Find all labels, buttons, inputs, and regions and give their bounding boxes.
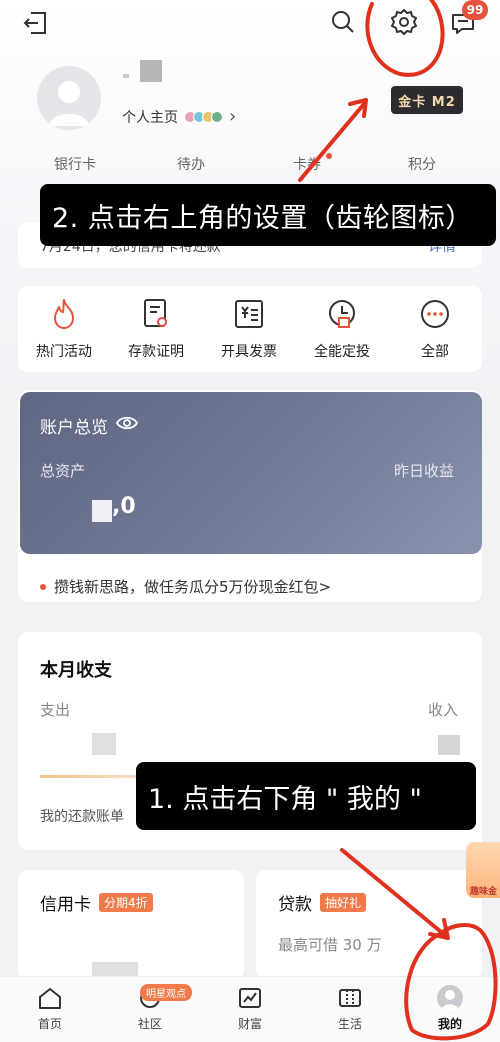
wealth-icon	[237, 986, 263, 1010]
loan-header: 贷款 抽好礼	[278, 890, 367, 915]
search-icon[interactable]	[328, 7, 358, 37]
reward-float-label: 趣味金	[470, 887, 498, 897]
profile-home-label: 个人主页	[122, 109, 178, 126]
medal-icons	[184, 110, 223, 123]
promo-dot	[40, 583, 46, 590]
income-label: 收入	[428, 701, 459, 719]
service-investment[interactable]: 全能定投	[300, 296, 384, 361]
expense-label: 支出	[40, 701, 71, 719]
logout-icon[interactable]	[20, 8, 50, 38]
total-assets-redacted	[92, 500, 112, 522]
chevron-right-icon: ›	[229, 106, 237, 127]
tab-bank-card[interactable]: 银行卡	[54, 154, 96, 174]
total-assets-label: 总资产	[40, 462, 86, 480]
total-assets-value: ,0	[112, 494, 136, 519]
account-overview-title: 账户总览	[40, 418, 108, 438]
nav-label: 生活	[337, 1017, 362, 1031]
annotation-step-1: 1. 点击右下角 " 我的 "	[136, 762, 476, 830]
nav-life[interactable]: 生活	[320, 986, 380, 1032]
expense-value-redacted	[92, 733, 116, 755]
life-icon	[337, 986, 363, 1010]
monthly-title: 本月收支	[40, 660, 112, 681]
investment-icon	[324, 296, 360, 332]
message-badge: 99	[462, 0, 488, 20]
avatar[interactable]	[37, 66, 101, 130]
credit-card-tag: 分期4折	[99, 893, 153, 912]
nav-me[interactable]: 我的	[420, 985, 480, 1032]
service-hot-activities[interactable]: 热门活动	[22, 296, 106, 361]
fire-icon	[46, 296, 82, 332]
yesterday-income-label: 昨日收益	[394, 462, 455, 480]
service-invoice[interactable]: 开具发票	[207, 296, 291, 361]
service-all[interactable]: 全部	[393, 296, 477, 361]
account-overview-header: 账户总览	[40, 413, 139, 438]
repay-bill-link[interactable]: 我的还款账单	[40, 806, 124, 826]
certificate-icon	[138, 296, 174, 332]
me-avatar-icon	[437, 985, 463, 1011]
service-label: 开具发票	[221, 344, 277, 360]
loan-title: 贷款	[278, 895, 312, 915]
coupon-dot	[326, 153, 332, 159]
nav-wealth[interactable]: 财富	[220, 986, 280, 1032]
credit-card-title: 信用卡	[40, 895, 91, 915]
invoice-icon	[231, 296, 267, 332]
nav-label: 社区	[137, 1017, 162, 1031]
profile-home-link[interactable]: 个人主页 ›	[122, 106, 236, 127]
loan-tag: 抽好礼	[320, 893, 367, 912]
username-redacted-fragment	[123, 74, 129, 78]
eye-icon[interactable]	[115, 415, 139, 436]
service-deposit-certificate[interactable]: 存款证明	[114, 296, 198, 361]
loan-tile[interactable]	[256, 870, 482, 980]
tab-coupons[interactable]: 卡券	[293, 154, 321, 174]
nav-label: 我的	[437, 1017, 462, 1031]
community-badge: 明星观点	[140, 984, 192, 1001]
annotation-step-2: 2. 点击右上角的设置（齿轮图标）	[40, 184, 496, 246]
tab-todo[interactable]: 待办	[177, 154, 205, 174]
service-label: 热门活动	[36, 344, 92, 360]
home-icon	[37, 986, 63, 1010]
service-label: 全能定投	[314, 344, 370, 360]
gear-icon[interactable]	[388, 6, 420, 38]
nav-home[interactable]: 首页	[20, 986, 80, 1032]
tab-points[interactable]: 积分	[408, 154, 436, 174]
credit-card-header: 信用卡 分期4折	[40, 890, 153, 915]
nav-label: 财富	[237, 1017, 262, 1031]
income-value-redacted	[438, 735, 460, 755]
service-label: 全部	[421, 344, 449, 360]
loan-subtitle: 最高可借 30 万	[278, 936, 382, 954]
nav-label: 首页	[37, 1017, 62, 1031]
account-promo-link[interactable]: 攒钱新思路，做任务瓜分5万份现金红包>	[40, 576, 331, 597]
username-redacted	[140, 60, 162, 82]
membership-badge[interactable]: 金卡 M2	[391, 86, 463, 114]
service-label: 存款证明	[128, 344, 184, 360]
more-icon	[417, 296, 453, 332]
promo-text: 攒钱新思路，做任务瓜分5万份现金红包>	[54, 578, 332, 596]
